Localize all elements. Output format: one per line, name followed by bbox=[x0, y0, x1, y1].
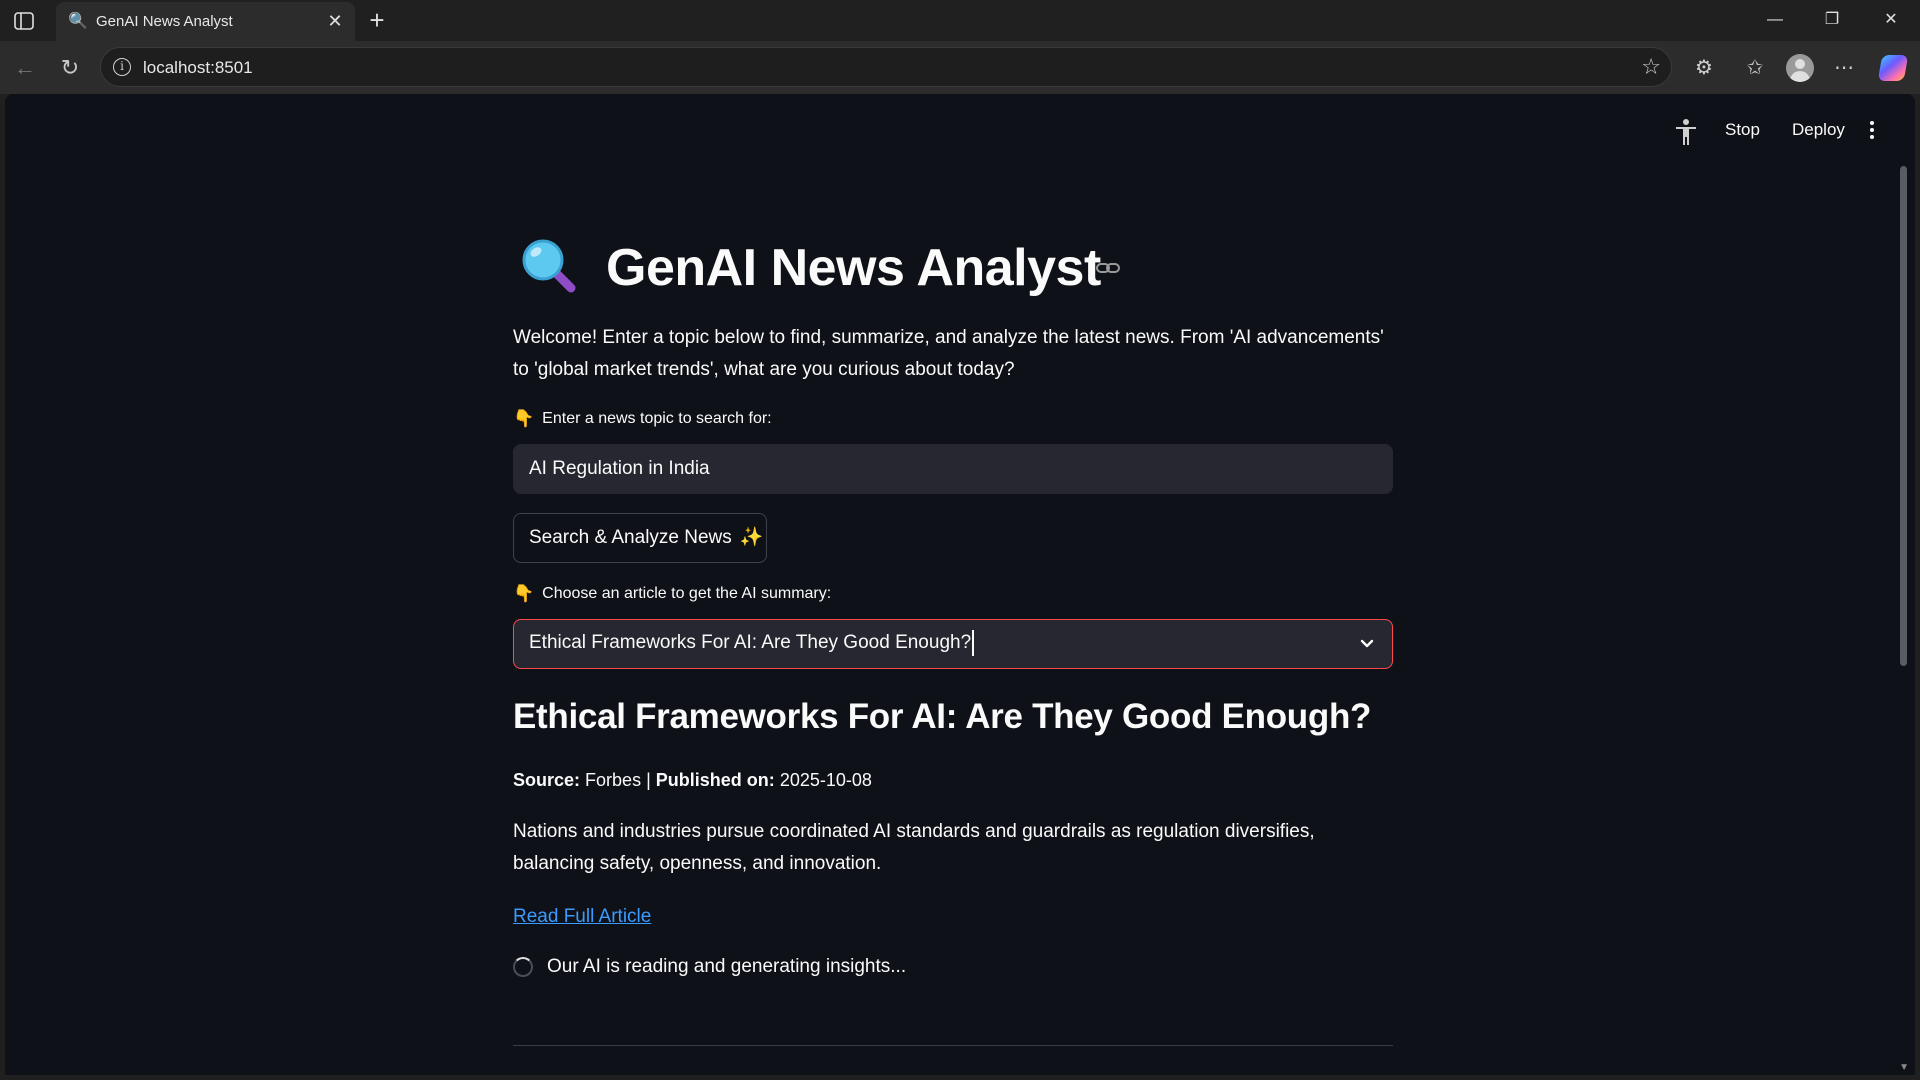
close-window-icon[interactable]: ✕ bbox=[1874, 6, 1908, 34]
article-title: Ethical Frameworks For AI: Are They Good… bbox=[513, 697, 1372, 736]
browser-toolbar: ← ↻ i localhost:8501 ☆ ⚙ ✩ ⋯ bbox=[0, 41, 1920, 94]
scrollbar[interactable] bbox=[1900, 166, 1907, 666]
article-select-value: Ethical Frameworks For AI: Are They Good… bbox=[529, 632, 972, 653]
source-label: Source: bbox=[513, 770, 581, 790]
tab-title: GenAI News Analyst bbox=[96, 13, 233, 30]
page-title: GenAI News Analyst bbox=[606, 239, 1101, 297]
article-description: Nations and industries pursue coordinate… bbox=[513, 821, 1315, 874]
source-value: Forbes bbox=[585, 770, 642, 790]
app-header-actions: Stop Deploy bbox=[1625, 94, 1915, 168]
topic-input[interactable]: AI Regulation in India bbox=[513, 444, 1393, 494]
magnifier-favicon-icon: 🔍 bbox=[68, 13, 88, 30]
address-bar[interactable]: i localhost:8501 ☆ bbox=[100, 47, 1672, 87]
browser-tab-bar: 🔍 GenAI News Analyst ✕ + — ❐ ✕ bbox=[0, 0, 1920, 41]
accessibility-icon[interactable] bbox=[1673, 118, 1699, 146]
topic-label-text: Enter a news topic to search for: bbox=[542, 410, 772, 427]
tab-actions-icon[interactable] bbox=[12, 9, 36, 33]
topic-label: 👇 Enter a news topic to search for: bbox=[513, 409, 772, 429]
scroll-down-icon[interactable]: ▼ bbox=[1899, 1062, 1909, 1073]
article-select-label: 👇 Choose an article to get the AI summar… bbox=[513, 584, 831, 604]
spinner-icon bbox=[513, 957, 533, 977]
divider bbox=[513, 1045, 1393, 1046]
article-select[interactable]: Ethical Frameworks For AI: Are They Good… bbox=[513, 619, 1393, 669]
stop-button[interactable]: Stop bbox=[1725, 120, 1760, 140]
magnifier-icon bbox=[519, 236, 579, 296]
published-value: 2025-10-08 bbox=[779, 770, 872, 790]
browser-tab[interactable]: 🔍 GenAI News Analyst ✕ bbox=[56, 2, 355, 41]
anchor-link-icon[interactable] bbox=[1095, 260, 1121, 276]
more-options-icon[interactable]: ⋯ bbox=[1829, 53, 1859, 83]
new-tab-icon[interactable]: + bbox=[364, 7, 390, 33]
app-viewport: Stop Deploy ▼ GenAI News Analyst Welcome… bbox=[5, 94, 1915, 1075]
extensions-icon[interactable]: ⚙ bbox=[1689, 53, 1719, 83]
sparkles-icon: ✨ bbox=[739, 527, 764, 548]
published-label: Published on: bbox=[655, 770, 775, 790]
profile-avatar-icon[interactable] bbox=[1786, 54, 1814, 82]
url-text[interactable]: localhost:8501 bbox=[143, 58, 253, 78]
article-meta: Source: Forbes | Published on: 2025-10-0… bbox=[513, 770, 872, 791]
site-info-icon[interactable]: i bbox=[113, 58, 131, 76]
deploy-button[interactable]: Deploy bbox=[1792, 120, 1845, 140]
back-icon[interactable]: ← bbox=[10, 53, 40, 83]
close-tab-icon[interactable]: ✕ bbox=[325, 11, 345, 31]
article-select-label-text: Choose an article to get the AI summary: bbox=[542, 585, 832, 602]
reload-icon[interactable]: ↻ bbox=[55, 53, 85, 83]
pointing-down-icon: 👇 bbox=[513, 584, 535, 603]
favorites-icon[interactable]: ✩ bbox=[1740, 53, 1770, 83]
minimize-icon[interactable]: — bbox=[1758, 6, 1792, 34]
title-row: GenAI News Analyst bbox=[513, 234, 1393, 304]
pointing-down-icon: 👇 bbox=[513, 409, 535, 428]
favorite-star-icon[interactable]: ☆ bbox=[1641, 54, 1661, 80]
main-menu-icon[interactable] bbox=[1867, 118, 1877, 144]
restore-icon[interactable]: ❐ bbox=[1815, 6, 1849, 34]
loading-status: Our AI is reading and generating insight… bbox=[513, 956, 906, 978]
meta-separator: | bbox=[646, 770, 651, 790]
chevron-down-icon[interactable] bbox=[1358, 634, 1376, 652]
search-analyze-button[interactable]: Search & Analyze News ✨ bbox=[513, 513, 767, 563]
text-caret bbox=[972, 629, 975, 656]
copilot-icon[interactable] bbox=[1877, 55, 1909, 81]
loading-status-text: Our AI is reading and generating insight… bbox=[547, 956, 907, 977]
search-button-label: Search & Analyze News bbox=[529, 527, 732, 548]
intro-text: Welcome! Enter a topic below to find, su… bbox=[513, 327, 1384, 380]
read-full-article-link[interactable]: Read Full Article bbox=[513, 906, 651, 928]
